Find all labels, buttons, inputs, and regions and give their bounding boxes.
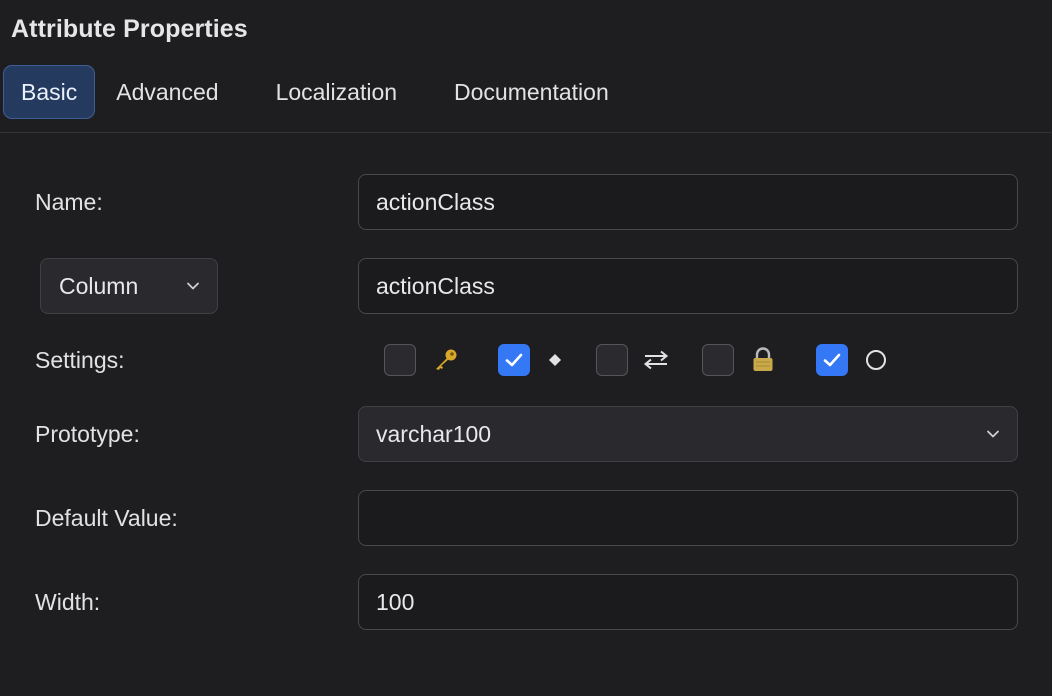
column-field-value: actionClass xyxy=(376,272,495,299)
default-value-field[interactable] xyxy=(358,490,1018,546)
width-field[interactable]: 100 xyxy=(358,574,1018,630)
diamond-icon xyxy=(547,344,563,376)
chevron-down-icon xyxy=(987,430,999,438)
tab-divider xyxy=(0,132,1052,133)
name-field[interactable]: actionClass xyxy=(358,174,1018,230)
swap-arrows-icon xyxy=(642,344,670,376)
lock-icon xyxy=(751,344,775,376)
width-field-value: 100 xyxy=(376,588,415,615)
settings-label: Settings: xyxy=(35,347,125,373)
column-select[interactable]: Column xyxy=(40,258,218,314)
attribute-properties-panel: Attribute Properties Basic Advanced Loca… xyxy=(0,0,1052,696)
settings-row xyxy=(384,344,944,376)
auto-increment-checkbox[interactable] xyxy=(596,344,628,376)
tab-advanced[interactable]: Advanced xyxy=(98,65,236,119)
width-label: Width: xyxy=(35,589,101,615)
primary-key-checkbox[interactable] xyxy=(384,344,416,376)
tab-bar: Basic Advanced Localization Documentatio… xyxy=(3,64,630,120)
not-null-checkbox[interactable] xyxy=(498,344,530,376)
checkmark-icon xyxy=(505,353,523,367)
column-field[interactable]: actionClass xyxy=(358,258,1018,314)
checkmark-icon xyxy=(823,353,841,367)
key-icon xyxy=(431,344,459,376)
prototype-select-value: varchar100 xyxy=(376,420,492,447)
tab-documentation[interactable]: Documentation xyxy=(436,65,627,119)
prototype-label: Prototype: xyxy=(35,421,140,447)
tab-basic[interactable]: Basic xyxy=(3,65,96,119)
name-field-value: actionClass xyxy=(376,188,495,215)
optional-checkbox[interactable] xyxy=(816,344,848,376)
name-label: Name: xyxy=(35,189,103,215)
tab-localization[interactable]: Localization xyxy=(258,65,415,119)
column-select-value: Column xyxy=(59,272,139,299)
prototype-select[interactable]: varchar100 xyxy=(358,406,1018,462)
chevron-down-icon xyxy=(187,282,199,290)
locked-checkbox[interactable] xyxy=(702,344,734,376)
circle-icon xyxy=(864,344,888,376)
default-value-label: Default Value: xyxy=(35,505,178,531)
panel-title: Attribute Properties xyxy=(11,15,248,43)
